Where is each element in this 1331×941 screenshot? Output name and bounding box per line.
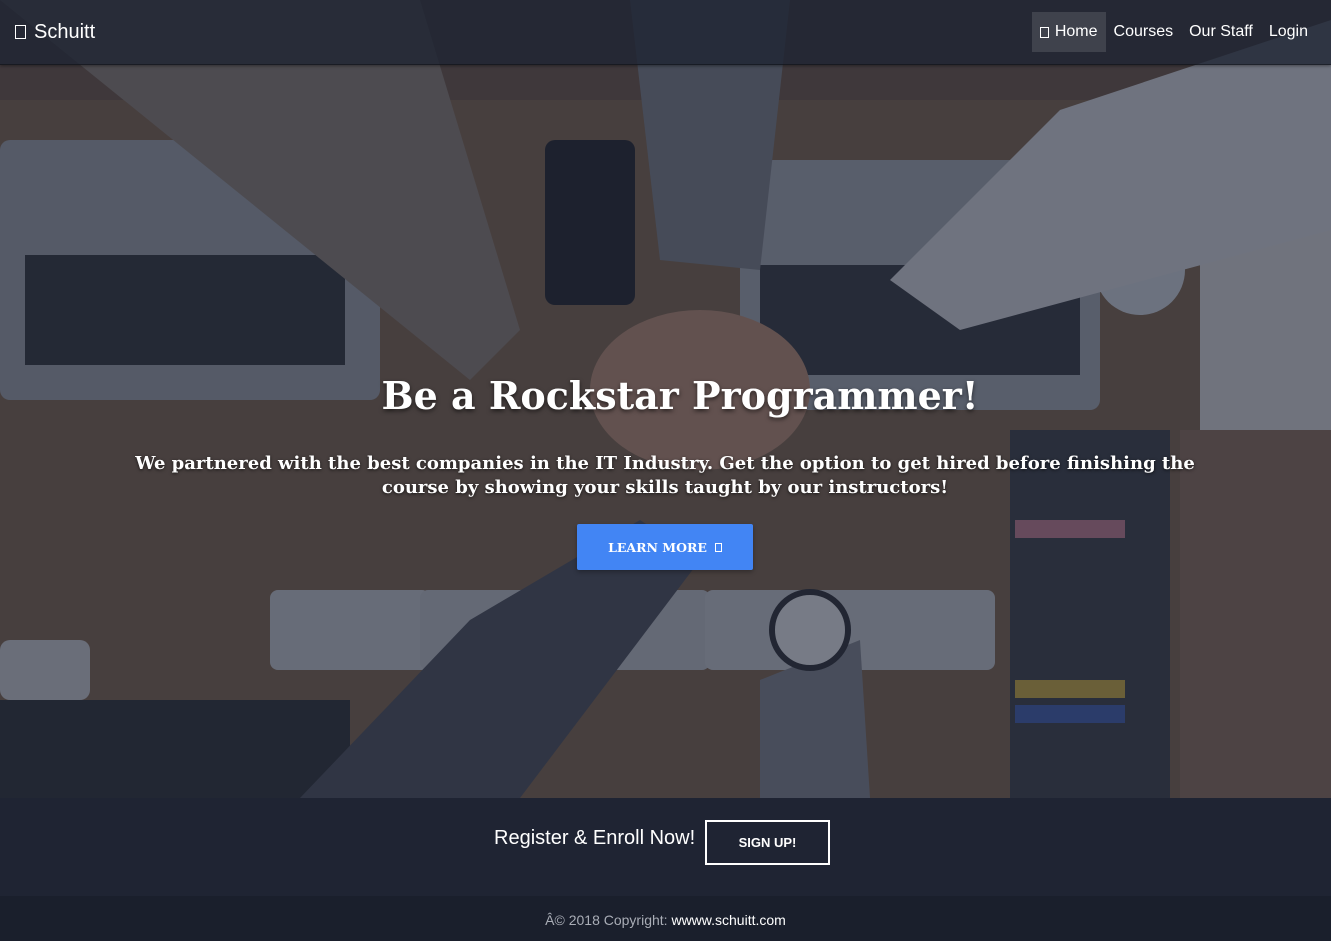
nav-item-label: Our Staff	[1189, 23, 1253, 40]
nav-item-label: Home	[1054, 23, 1098, 40]
footer-site-link[interactable]: wwww.schuitt.com	[671, 912, 785, 928]
brand-link[interactable]: Schuitt	[15, 19, 95, 45]
navbar: Schuitt Home Courses Our Staff Login	[0, 0, 1331, 65]
learn-more-button[interactable]: LEARN MORE	[577, 524, 753, 570]
learn-more-label: LEARN MORE	[608, 539, 707, 555]
nav-item-label: Login	[1268, 23, 1308, 40]
copyright-text: Â© 2018 Copyright:	[545, 912, 668, 928]
sign-up-button[interactable]: SIGN UP!	[705, 820, 830, 865]
brand-name: Schuitt	[34, 20, 96, 43]
nav-item-home[interactable]: Home	[1031, 12, 1106, 52]
nav-item-our-staff[interactable]: Our Staff	[1181, 12, 1261, 52]
hero-title: Be a Rockstar Programmer!	[381, 373, 979, 418]
home-icon	[1039, 26, 1049, 38]
hero-subtitle: We partnered with the best companies in …	[135, 453, 1195, 498]
nav-item-courses[interactable]: Courses	[1106, 12, 1182, 52]
arrow-right-icon	[714, 542, 722, 552]
graduation-cap-icon	[15, 25, 26, 39]
footer-copyright: Â© 2018 Copyright: wwww.schuitt.com	[0, 912, 1331, 928]
nav-item-label: Courses	[1113, 23, 1174, 40]
nav-item-login[interactable]: Login	[1261, 12, 1316, 52]
cta-text: Register & Enroll Now!	[494, 827, 696, 849]
sign-up-label: SIGN UP!	[738, 835, 797, 850]
nav-menu: Home Courses Our Staff Login	[1031, 12, 1316, 52]
